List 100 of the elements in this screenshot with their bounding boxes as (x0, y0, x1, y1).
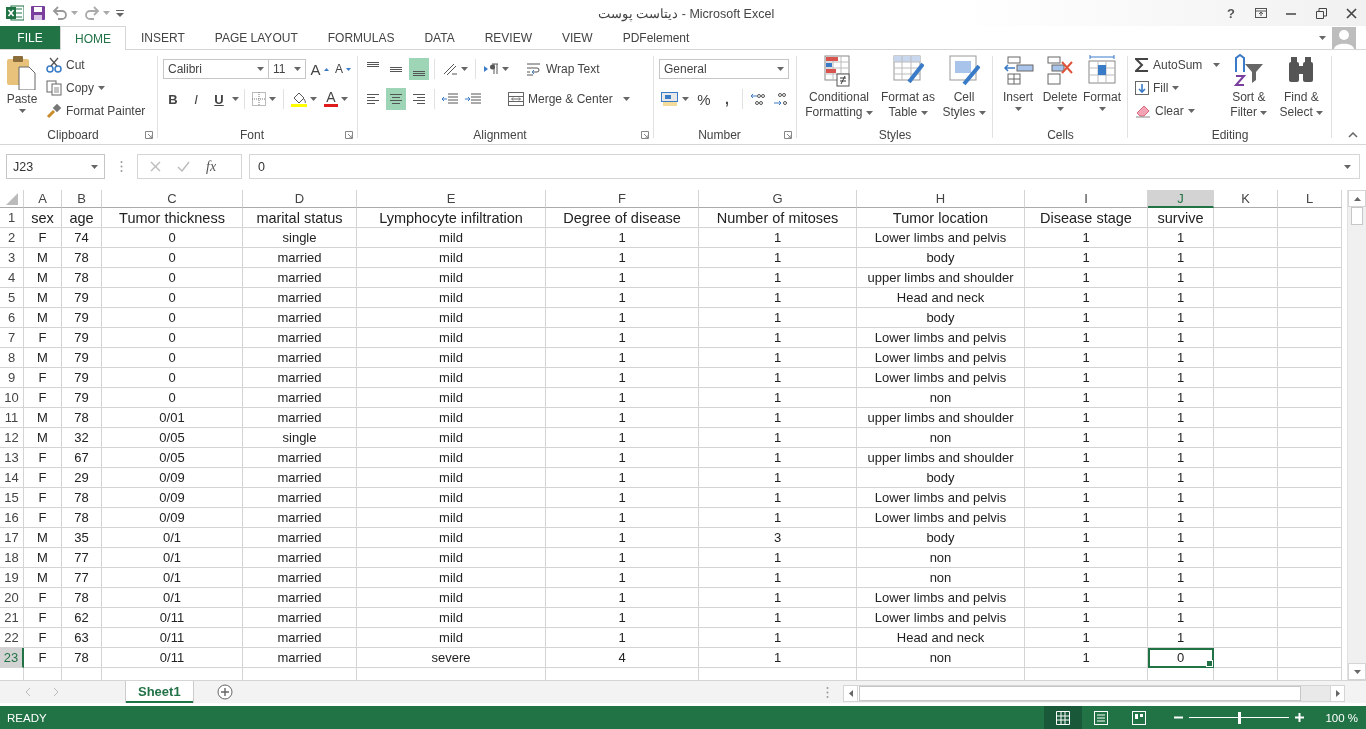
shrink-font-button[interactable]: A (333, 58, 353, 80)
font-name-field[interactable]: Calibri (163, 59, 269, 79)
row-header[interactable]: 4 (0, 268, 24, 288)
column-header[interactable]: A (24, 190, 62, 208)
view-button[interactable] (1044, 706, 1082, 729)
row-header[interactable]: 13 (0, 448, 24, 468)
style-button[interactable]: Format as Table (876, 54, 940, 125)
table-cell (1214, 268, 1278, 288)
number-format-field[interactable]: General (659, 59, 789, 79)
name-box[interactable]: J23 (6, 154, 105, 179)
table-cell: 77 (62, 568, 102, 588)
column-header[interactable]: J (1148, 190, 1214, 208)
table-cell: 1 (699, 248, 857, 268)
column-header[interactable]: E (357, 190, 546, 208)
sheet-tab[interactable]: Sheet1 (126, 681, 193, 703)
table-cell (1278, 568, 1342, 588)
row-header[interactable]: 16 (0, 508, 24, 528)
row-header[interactable]: 20 (0, 588, 24, 608)
column-header[interactable]: C (102, 190, 243, 208)
cut-button[interactable]: Cut (44, 54, 148, 76)
wrap-text-button[interactable]: Wrap Text (524, 58, 602, 80)
copy-button[interactable]: Copy (44, 77, 148, 99)
zoom-in-button[interactable] (1295, 713, 1304, 722)
row-header[interactable]: 17 (0, 528, 24, 548)
column-header[interactable]: D (243, 190, 357, 208)
cells-button[interactable]: Format (1082, 54, 1122, 125)
ribbon-tab[interactable]: INSERT (126, 26, 200, 49)
zoom-slider-thumb[interactable] (1238, 711, 1241, 724)
table-cell: 3 (699, 528, 857, 548)
horizontal-align-button[interactable] (386, 88, 406, 110)
paste-button[interactable]: Paste (5, 54, 39, 125)
italic-button[interactable]: I (186, 88, 206, 110)
row-header[interactable]: 23 (0, 648, 24, 668)
help-button[interactable]: ? (1216, 0, 1246, 26)
collapse-ribbon-button[interactable] (1348, 132, 1358, 138)
table-cell: 79 (62, 308, 102, 328)
clear-button[interactable]: Clear (1133, 100, 1223, 122)
vertical-align-button[interactable] (409, 58, 429, 80)
column-header[interactable]: B (62, 190, 102, 208)
scrollbar-thumb[interactable] (1351, 207, 1363, 225)
cells-button[interactable]: Insert (998, 54, 1038, 125)
column-header[interactable]: G (699, 190, 857, 208)
percent-button[interactable]: % (694, 88, 714, 110)
ribbon-tab[interactable]: VIEW (547, 26, 608, 49)
row-header[interactable]: 21 (0, 608, 24, 628)
row-header[interactable]: 10 (0, 388, 24, 408)
grow-font-button[interactable]: A (309, 58, 330, 80)
row-header[interactable]: 5 (0, 288, 24, 308)
ribbon-tab[interactable]: FORMULAS (312, 26, 410, 49)
row-header[interactable]: 12 (0, 428, 24, 448)
style-button[interactable]: Cell Styles (940, 54, 988, 125)
comma-style-button[interactable]: , (717, 88, 737, 110)
sort-filter-button[interactable]: Sort & Filter (1224, 54, 1274, 125)
row-header[interactable]: 3 (0, 248, 24, 268)
insert-function-button[interactable]: fx (206, 158, 217, 175)
font-size-field[interactable]: 11 (267, 59, 307, 79)
merge-center-button[interactable]: Merge & Center (506, 88, 633, 110)
customize-toolbar-button[interactable] (116, 9, 124, 17)
ribbon-tab[interactable]: PDFelement (607, 26, 705, 49)
row-header[interactable]: 18 (0, 548, 24, 568)
table-cell: mild (357, 568, 546, 588)
undo-button[interactable] (52, 6, 78, 20)
column-header[interactable]: H (857, 190, 1025, 208)
row-header[interactable]: 1 (0, 208, 24, 228)
column-header[interactable]: L (1278, 190, 1342, 208)
row-header[interactable]: 14 (0, 468, 24, 488)
formula-input-field[interactable]: 0 (249, 154, 1360, 179)
ribbon-tab[interactable]: HOME (60, 26, 126, 50)
row-header[interactable]: 9 (0, 368, 24, 388)
table-cell: married (243, 348, 357, 368)
row-header[interactable]: 15 (0, 488, 24, 508)
add-sheet-button[interactable] (216, 681, 233, 703)
row-header[interactable]: 11 (0, 408, 24, 428)
find-select-button[interactable]: Find & Select (1275, 54, 1327, 125)
table-cell: 1 (546, 268, 699, 288)
column-header[interactable]: F (546, 190, 699, 208)
fill-handle[interactable] (1206, 660, 1213, 667)
file-tab[interactable]: FILE (0, 26, 60, 49)
save-button[interactable] (30, 5, 46, 21)
autosum-button[interactable]: AutoSum (1133, 54, 1223, 76)
ribbon-tab[interactable]: PAGE LAYOUT (199, 26, 313, 49)
cells-button[interactable]: Delete (1040, 54, 1080, 125)
fill-button[interactable]: Fill (1133, 77, 1223, 99)
column-header[interactable]: I (1025, 190, 1148, 208)
scroll-down-button[interactable] (1348, 663, 1366, 680)
scrollbar-thumb[interactable] (859, 686, 1301, 701)
ribbon-tab[interactable]: REVIEW (469, 26, 547, 49)
row-header[interactable]: 6 (0, 308, 24, 328)
scroll-up-button[interactable] (1348, 190, 1366, 207)
style-button[interactable]: Conditional Formatting (802, 54, 876, 125)
row-header[interactable]: 7 (0, 328, 24, 348)
format-painter-button[interactable]: Format Painter (44, 100, 148, 122)
column-header[interactable]: K (1214, 190, 1278, 208)
row-header[interactable]: 2 (0, 228, 24, 248)
bold-button[interactable]: B (163, 88, 183, 110)
font-color-button[interactable]: A (322, 88, 350, 110)
row-header[interactable]: 8 (0, 348, 24, 368)
underline-button[interactable]: U (209, 88, 229, 110)
ribbon-tab[interactable]: DATA (409, 26, 470, 49)
row-header[interactable]: 19 (0, 568, 24, 588)
